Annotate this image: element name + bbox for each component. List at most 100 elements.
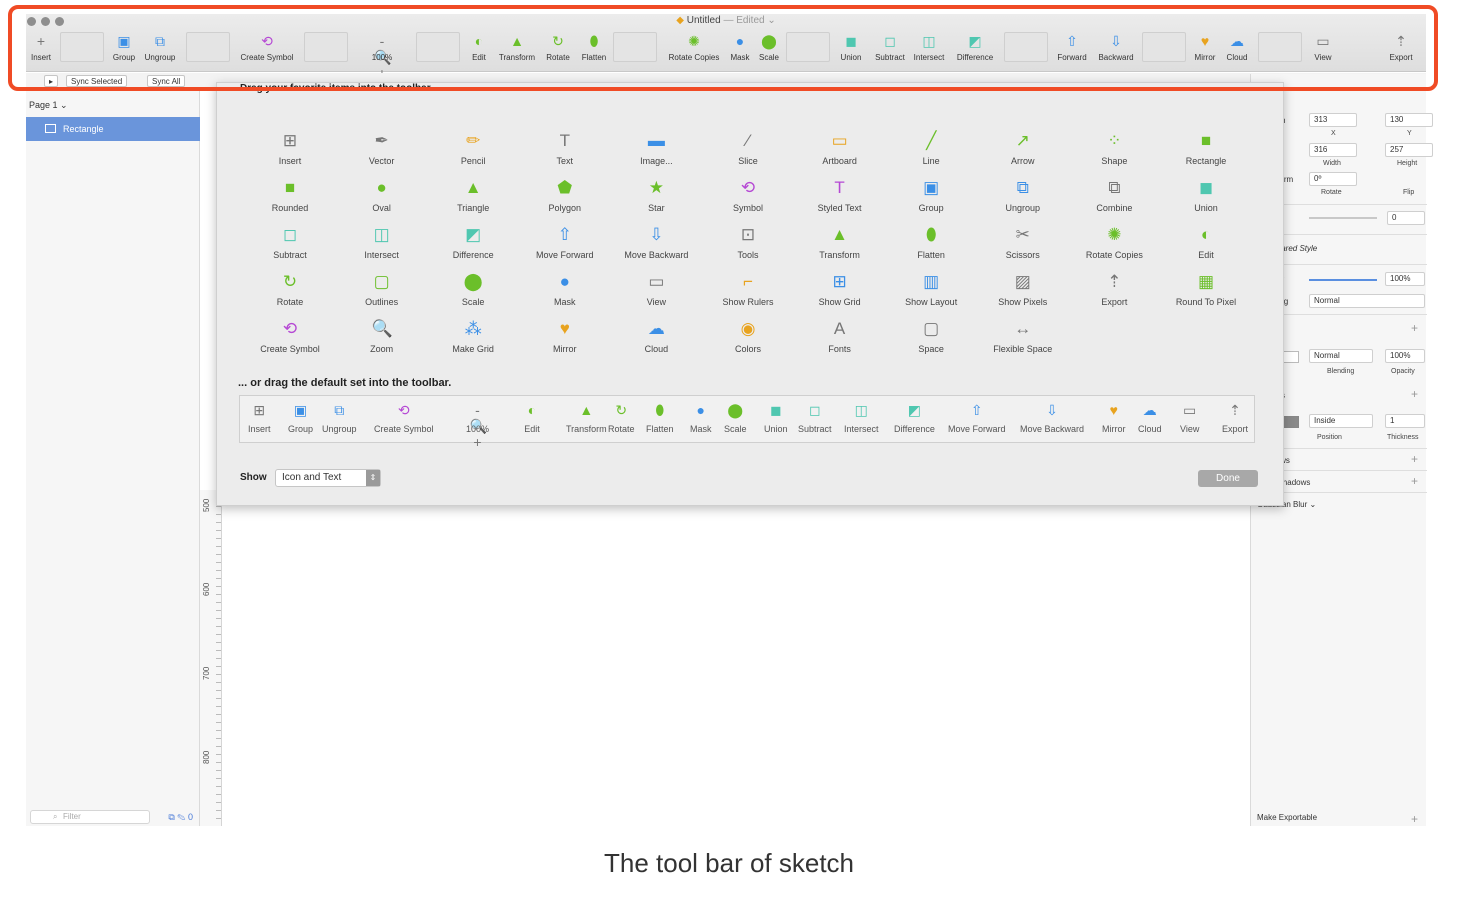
toolbar-item-ungroup[interactable]: ⧉ Ungroup bbox=[142, 29, 178, 73]
add-inner-shadow-button[interactable]: + bbox=[1411, 474, 1418, 488]
radius-input[interactable]: 0 bbox=[1387, 211, 1425, 225]
sheet-item-text[interactable]: T Text bbox=[519, 131, 611, 166]
toolbar-item-difference[interactable]: ◩ Difference bbox=[954, 29, 996, 73]
x-input[interactable]: 313 bbox=[1309, 113, 1357, 127]
sheet-item-oval[interactable]: ● Oval bbox=[336, 178, 428, 213]
sheet-item-mirror[interactable]: ♥ Mirror bbox=[519, 319, 611, 354]
y-input[interactable]: 130 bbox=[1385, 113, 1433, 127]
sheet-item-arrow[interactable]: ↗ Arrow bbox=[977, 131, 1069, 166]
toolbar-item-rotate-copies[interactable]: ✺ Rotate Copies bbox=[666, 29, 722, 73]
fill-blending-select[interactable]: Normal bbox=[1309, 349, 1373, 363]
sheet-item-create-symbol[interactable]: ⟲ Create Symbol bbox=[244, 319, 336, 354]
toolbar-item-mask[interactable]: ● Mask bbox=[729, 29, 751, 73]
toolbar-item-cloud[interactable]: ☁ Cloud bbox=[1224, 29, 1250, 73]
sheet-item-colors[interactable]: ◉ Colors bbox=[702, 319, 794, 354]
sheet-item-flatten[interactable]: ⬮ Flatten bbox=[885, 225, 977, 260]
height-input[interactable]: 257 bbox=[1385, 143, 1433, 157]
opacity-slider[interactable] bbox=[1309, 279, 1377, 281]
show-select[interactable]: Icon and Text ⇕ bbox=[275, 469, 381, 487]
sheet-item-difference[interactable]: ◩ Difference bbox=[427, 225, 519, 260]
sheet-item-image-[interactable]: ▬ Image... bbox=[610, 131, 702, 166]
toolbar-item-transform[interactable]: ▲ Transform bbox=[496, 29, 538, 73]
add-fill-button[interactable]: + bbox=[1411, 321, 1418, 335]
sheet-item-outlines[interactable]: ▢ Outlines bbox=[336, 272, 428, 307]
sheet-item-export[interactable]: ⇡ Export bbox=[1068, 272, 1160, 307]
sheet-item-rectangle[interactable]: ■ Rectangle bbox=[1160, 131, 1252, 166]
sheet-item-symbol[interactable]: ⟲ Symbol bbox=[702, 178, 794, 213]
toolbar-item-subtract[interactable]: ◻ Subtract bbox=[872, 29, 908, 73]
sheet-item-scissors[interactable]: ✂ Scissors bbox=[977, 225, 1069, 260]
page-selector[interactable]: Page 1 ⌄ bbox=[29, 100, 68, 111]
toolbar-item-export[interactable]: ⇡ Export bbox=[1386, 29, 1416, 73]
sheet-item-show-rulers[interactable]: ⌐ Show Rulers bbox=[702, 272, 794, 307]
toolbar-item-edit[interactable]: ◐ Edit bbox=[469, 29, 489, 73]
sheet-item-slice[interactable]: ⁄ Slice bbox=[702, 131, 794, 166]
sheet-item-show-grid[interactable]: ⊞ Show Grid bbox=[794, 272, 886, 307]
play-button[interactable]: ▸ bbox=[44, 75, 58, 87]
border-thickness-input[interactable]: 1 bbox=[1385, 414, 1425, 428]
sheet-item-rotate-copies[interactable]: ✺ Rotate Copies bbox=[1068, 225, 1160, 260]
sheet-item-fonts[interactable]: A Fonts bbox=[794, 319, 886, 354]
sheet-item-vector[interactable]: ✒ Vector bbox=[336, 131, 428, 166]
sheet-item-move-backward[interactable]: ⇩ Move Backward bbox=[610, 225, 702, 260]
sheet-item-cloud[interactable]: ☁ Cloud bbox=[610, 319, 702, 354]
sheet-item-move-forward[interactable]: ⇧ Move Forward bbox=[519, 225, 611, 260]
sheet-item-scale[interactable]: ⬤ Scale bbox=[427, 272, 519, 307]
sheet-item-zoom[interactable]: 🔍 Zoom bbox=[336, 319, 428, 354]
blending-select[interactable]: Normal bbox=[1309, 294, 1425, 308]
add-shadow-button[interactable]: + bbox=[1411, 452, 1418, 466]
add-border-button[interactable]: + bbox=[1411, 387, 1418, 401]
filter-input[interactable]: ⌕ Filter bbox=[30, 810, 150, 824]
sheet-item-show-layout[interactable]: ▥ Show Layout bbox=[885, 272, 977, 307]
toolbar-item-backward[interactable]: ⇩ Backward bbox=[1096, 29, 1136, 73]
sheet-item-rotate[interactable]: ↻ Rotate bbox=[244, 272, 336, 307]
radius-slider[interactable] bbox=[1309, 217, 1377, 219]
sheet-item-transform[interactable]: ▲ Transform bbox=[794, 225, 886, 260]
sheet-item-triangle[interactable]: ▲ Triangle bbox=[427, 178, 519, 213]
toolbar-item-union[interactable]: ◼ Union bbox=[838, 29, 864, 73]
sheet-item-space[interactable]: ▢ Space bbox=[885, 319, 977, 354]
default-set-row[interactable]: ⊞ Insert ▣ Group ⧉ Ungroup ⟲ Create Symbol - 🔍 +… bbox=[239, 395, 1255, 450]
sheet-item-union[interactable]: ◼ Union bbox=[1160, 178, 1252, 213]
toolbar-item-100-[interactable]: - 🔍 +100% bbox=[362, 29, 402, 81]
width-input[interactable]: 316 bbox=[1309, 143, 1357, 157]
sheet-item-round-to-pixel[interactable]: ▦ Round To Pixel bbox=[1160, 272, 1252, 307]
toolbar-item-group[interactable]: ▣ Group bbox=[112, 29, 136, 73]
sheet-item-line[interactable]: ╱ Line bbox=[885, 131, 977, 166]
sheet-item-combine[interactable]: ⧉ Combine bbox=[1068, 178, 1160, 213]
sheet-item-artboard[interactable]: ▭ Artboard bbox=[794, 131, 886, 166]
toolbar-item-mirror[interactable]: ♥ Mirror bbox=[1192, 29, 1218, 73]
toolbar-item-forward[interactable]: ⇧ Forward bbox=[1056, 29, 1088, 73]
sheet-item-rounded[interactable]: ■ Rounded bbox=[244, 178, 336, 213]
toolbar-item-scale[interactable]: ⬤ Scale bbox=[758, 29, 780, 73]
sheet-item-subtract[interactable]: ◻ Subtract bbox=[244, 225, 336, 260]
sync-selected-button[interactable]: Sync Selected bbox=[66, 75, 128, 87]
toolbar-item-view[interactable]: ▭ View bbox=[1310, 29, 1336, 73]
sheet-item-insert[interactable]: ⊞ Insert bbox=[244, 131, 336, 166]
sheet-item-make-grid[interactable]: ⁂ Make Grid bbox=[427, 319, 519, 354]
sheet-item-star[interactable]: ★ Star bbox=[610, 178, 702, 213]
sheet-item-styled-text[interactable]: T Styled Text bbox=[794, 178, 886, 213]
sheet-item-show-pixels[interactable]: ▨ Show Pixels bbox=[977, 272, 1069, 307]
sheet-item-view[interactable]: ▭ View bbox=[610, 272, 702, 307]
toolbar-item-flatten[interactable]: ⬮ Flatten bbox=[578, 29, 610, 73]
toolbar-item-create-symbol[interactable]: ⟲ Create Symbol bbox=[236, 29, 298, 73]
sync-all-button[interactable]: Sync All bbox=[147, 75, 186, 87]
sheet-item-group[interactable]: ▣ Group bbox=[885, 178, 977, 213]
rotate-input[interactable]: 0º bbox=[1309, 172, 1357, 186]
sheet-item-pencil[interactable]: ✏ Pencil bbox=[427, 131, 519, 166]
toolbar-item-rotate[interactable]: ↻ Rotate bbox=[545, 29, 571, 73]
sheet-item-edit[interactable]: ◐ Edit bbox=[1160, 225, 1252, 260]
sheet-item-flexible-space[interactable]: ↔ Flexible Space bbox=[977, 319, 1069, 354]
layer-rectangle[interactable]: Rectangle bbox=[26, 117, 200, 141]
sheet-item-tools[interactable]: ⊡ Tools bbox=[702, 225, 794, 260]
add-export-button[interactable]: + bbox=[1411, 812, 1418, 826]
toolbar-item-insert[interactable]: + Insert bbox=[28, 29, 54, 73]
border-position-select[interactable]: Inside bbox=[1309, 414, 1373, 428]
done-button[interactable]: Done bbox=[1198, 470, 1258, 487]
sheet-item-mask[interactable]: ● Mask bbox=[519, 272, 611, 307]
sheet-item-shape[interactable]: ⁘ Shape bbox=[1068, 131, 1160, 166]
sheet-item-ungroup[interactable]: ⧉ Ungroup bbox=[977, 178, 1069, 213]
toolbar-item-intersect[interactable]: ◫ Intersect bbox=[910, 29, 948, 73]
fill-opacity-input[interactable]: 100% bbox=[1385, 349, 1425, 363]
